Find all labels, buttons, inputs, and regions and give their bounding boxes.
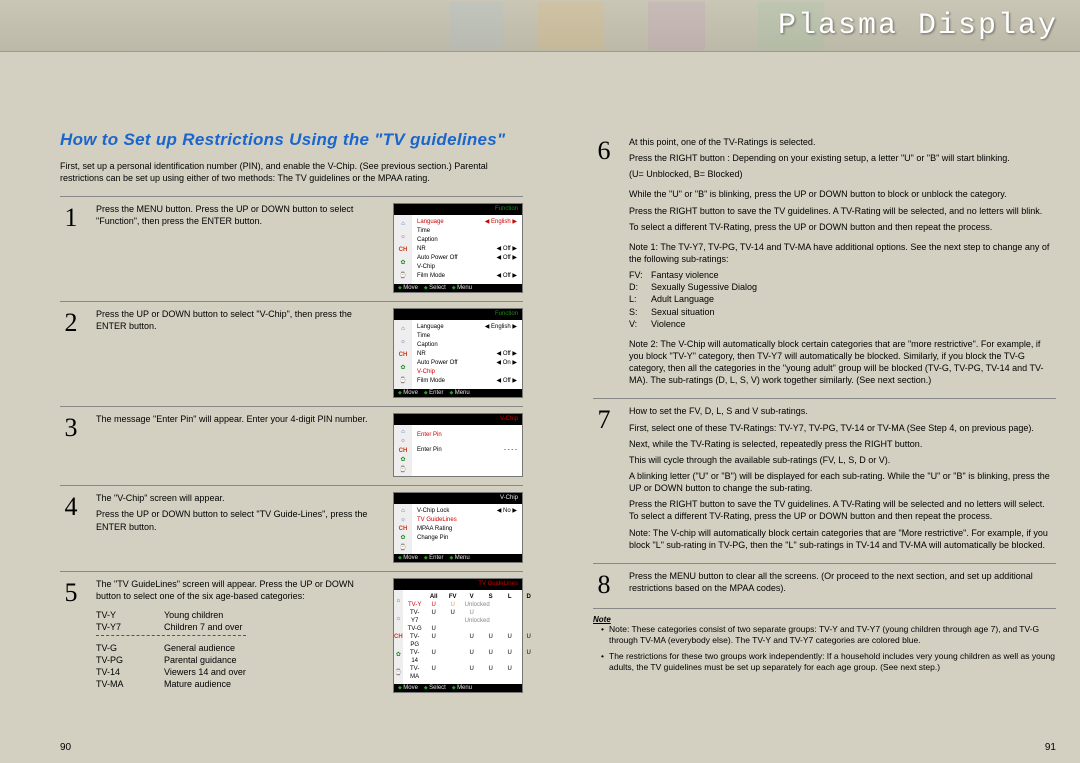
step-num: 4 xyxy=(60,492,82,522)
step-text: The "TV GuideLines" screen will appear. … xyxy=(96,578,379,602)
step-5: 5 The "TV GuideLines" screen will appear… xyxy=(60,571,523,701)
osd-function-1: Function ⌂☼CH✿⌚ Language◀ English ▶ Time… xyxy=(393,203,523,293)
step-7: 7 How to set the FV, D, L, S and V sub-r… xyxy=(593,398,1056,562)
step-num: 6 xyxy=(593,136,615,166)
intro-text: First, set up a personal identification … xyxy=(60,160,523,184)
section-title: How to Set up Restrictions Using the "TV… xyxy=(60,130,523,150)
step-num: 8 xyxy=(593,570,615,600)
osd-function-2: Function ⌂☼CH✿⌚ Language◀ English ▶ Time… xyxy=(393,308,523,398)
osd-title: TV GuideLines xyxy=(394,579,522,590)
left-page: How to Set up Restrictions Using the "TV… xyxy=(60,130,523,753)
tv-ratings-list: TV-YYoung children TV-Y7Children 7 and o… xyxy=(96,609,379,691)
note-label: Note xyxy=(593,615,1056,624)
osd-vchip: V-Chip ⌂☼CH✿⌚ V-Chip Lock◀ No ▶ TV Guide… xyxy=(393,492,523,563)
step-num: 3 xyxy=(60,413,82,443)
step-text: Press the MENU button. Press the UP or D… xyxy=(96,203,379,227)
sub-ratings-list: FV:Fantasy violence D:Sexually Sugessive… xyxy=(629,269,1056,330)
content: How to Set up Restrictions Using the "TV… xyxy=(60,130,1056,753)
step-num: 7 xyxy=(593,405,615,435)
right-page: 6 At this point, one of the TV-Ratings i… xyxy=(593,130,1056,753)
step-3: 3 The message "Enter Pin" will appear. E… xyxy=(60,406,523,485)
note-item: Note: These categories consist of two se… xyxy=(601,624,1056,647)
manual-spread: Plasma Display How to Set up Restriction… xyxy=(0,0,1080,763)
osd-title: V-Chip xyxy=(394,493,522,504)
note-section: Note Note: These categories consist of t… xyxy=(593,608,1056,674)
step-6: 6 At this point, one of the TV-Ratings i… xyxy=(593,130,1056,398)
page-number-left: 90 xyxy=(60,742,71,753)
osd-tv-guidelines: TV GuideLines ⌂☼CH✿⌚ AllFVVSLD TV-YUUUnl… xyxy=(393,578,523,693)
osd-enter-pin: V-Chip ⌂☼CH✿⌚ Enter Pin Enter Pin- - - - xyxy=(393,413,523,477)
step-text: The "V-Chip" screen will appear. xyxy=(96,492,379,504)
note-item: The restrictions for these two groups wo… xyxy=(601,651,1056,674)
step-num: 1 xyxy=(60,203,82,233)
banner: Plasma Display xyxy=(0,0,1080,52)
osd-title: V-Chip xyxy=(394,414,522,425)
step-1: 1 Press the MENU button. Press the UP or… xyxy=(60,196,523,301)
step-8: 8 Press the MENU button to clear all the… xyxy=(593,563,1056,608)
step-text: Press the UP or DOWN button to select "V… xyxy=(96,308,379,332)
step-4: 4 The "V-Chip" screen will appear. Press… xyxy=(60,485,523,571)
step-text: Press the UP or DOWN button to select "T… xyxy=(96,508,379,532)
step-num: 2 xyxy=(60,308,82,338)
step-text: The message "Enter Pin" will appear. Ent… xyxy=(96,413,379,425)
osd-title: Function xyxy=(394,204,522,215)
banner-title: Plasma Display xyxy=(778,9,1058,43)
step-num: 5 xyxy=(60,578,82,608)
osd-title: Function xyxy=(394,309,522,320)
step-2: 2 Press the UP or DOWN button to select … xyxy=(60,301,523,406)
page-number-right: 91 xyxy=(1045,742,1056,753)
